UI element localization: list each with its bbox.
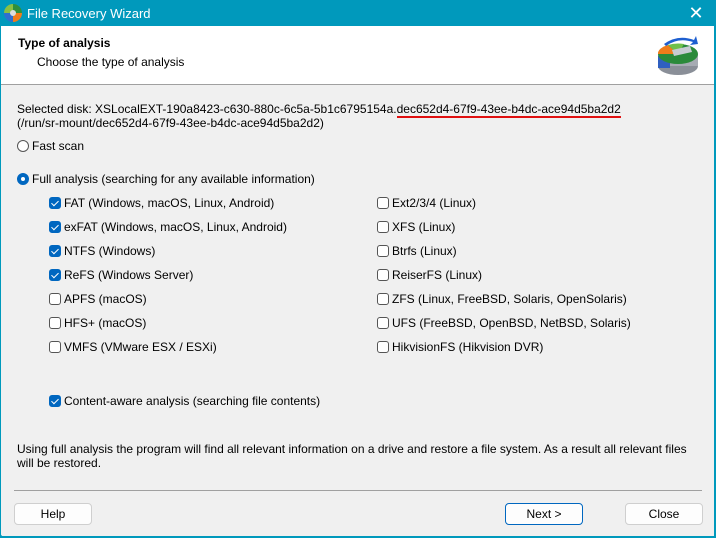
checkbox-reiserfs[interactable]: ReiserFS (Linux) — [377, 268, 482, 282]
selected-disk-label: Selected disk: XSLocalEXT-190a8423-c630-… — [17, 102, 397, 116]
help-button[interactable]: Help — [14, 503, 92, 525]
checkbox-refs[interactable]: ReFS (Windows Server) — [49, 268, 193, 282]
checkbox-unchecked[interactable] — [377, 197, 389, 209]
checkbox-label: Btrfs (Linux) — [392, 244, 457, 258]
checkbox-xfs[interactable]: XFS (Linux) — [377, 220, 455, 234]
checkbox-checked[interactable] — [49, 269, 61, 281]
radio-button-selected[interactable] — [17, 173, 29, 185]
checkbox-hfs-plus[interactable]: HFS+ (macOS) — [49, 316, 146, 330]
app-icon — [4, 4, 22, 22]
file-recovery-wizard-window: File Recovery Wizard ✕ Type of analysis … — [0, 0, 716, 538]
checkbox-label: VMFS (VMware ESX / ESXi) — [64, 340, 217, 354]
checkbox-label: HFS+ (macOS) — [64, 316, 147, 330]
checkbox-content-aware[interactable]: Content-aware analysis (searching file c… — [49, 394, 320, 408]
checkbox-label: HikvisionFS (Hikvision DVR) — [392, 340, 544, 354]
checkbox-checked[interactable] — [49, 245, 61, 257]
checkbox-ext[interactable]: Ext2/3/4 (Linux) — [377, 196, 476, 210]
window-title: File Recovery Wizard — [27, 6, 151, 21]
checkbox-apfs[interactable]: APFS (macOS) — [49, 292, 147, 306]
full-analysis-label: Full analysis (searching for any availab… — [32, 172, 315, 186]
checkbox-checked[interactable] — [49, 395, 61, 407]
checkbox-label: ZFS (Linux, FreeBSD, Solaris, OpenSolari… — [392, 292, 627, 306]
selected-disk-info: Selected disk: XSLocalEXT-190a8423-c630-… — [17, 102, 621, 130]
wizard-body: Type of analysis Choose the type of anal… — [1, 26, 714, 536]
checkbox-label: ReFS (Windows Server) — [64, 268, 194, 282]
checkbox-btrfs[interactable]: Btrfs (Linux) — [377, 244, 457, 258]
checkbox-label: XFS (Linux) — [392, 220, 456, 234]
checkbox-unchecked[interactable] — [377, 245, 389, 257]
checkbox-unchecked[interactable] — [49, 293, 61, 305]
disk-uuid: dec652d4-67f9-43ee-b4dc-ace94d5ba2d2 — [396, 102, 621, 118]
checkbox-zfs[interactable]: ZFS (Linux, FreeBSD, Solaris, OpenSolari… — [377, 292, 627, 306]
disk-recovery-icon — [657, 36, 698, 75]
full-analysis-radio[interactable]: Full analysis (searching for any availab… — [17, 172, 315, 186]
checkbox-exfat[interactable]: exFAT (Windows, macOS, Linux, Android) — [49, 220, 287, 234]
disk-mount-path: (/run/sr-mount/dec652d4-67f9-43ee-b4dc-a… — [17, 116, 324, 130]
page-subtitle: Choose the type of analysis — [37, 55, 185, 69]
checkbox-vmfs[interactable]: VMFS (VMware ESX / ESXi) — [49, 340, 217, 354]
title-bar[interactable]: File Recovery Wizard ✕ — [0, 0, 716, 26]
checkbox-unchecked[interactable] — [377, 341, 389, 353]
checkbox-unchecked[interactable] — [377, 269, 389, 281]
checkbox-checked[interactable] — [49, 221, 61, 233]
checkbox-hikvisionfs[interactable]: HikvisionFS (Hikvision DVR) — [377, 340, 543, 354]
checkbox-label: Content-aware analysis (searching file c… — [64, 394, 321, 408]
checkbox-label: FAT (Windows, macOS, Linux, Android) — [64, 196, 275, 210]
checkbox-unchecked[interactable] — [49, 341, 61, 353]
footer-divider — [14, 490, 702, 491]
checkbox-ufs[interactable]: UFS (FreeBSD, OpenBSD, NetBSD, Solaris) — [377, 316, 631, 330]
next-button[interactable]: Next > — [505, 503, 583, 525]
checkbox-ntfs[interactable]: NTFS (Windows) — [49, 244, 155, 258]
checkbox-label: NTFS (Windows) — [64, 244, 156, 258]
close-window-button[interactable]: ✕ — [682, 2, 710, 24]
fast-scan-radio[interactable]: Fast scan — [17, 139, 84, 153]
wizard-header: Type of analysis Choose the type of anal… — [1, 26, 714, 85]
close-button[interactable]: Close — [625, 503, 703, 525]
checkbox-checked[interactable] — [49, 197, 61, 209]
checkbox-unchecked[interactable] — [49, 317, 61, 329]
checkbox-label: ReiserFS (Linux) — [392, 268, 483, 282]
checkbox-label: Ext2/3/4 (Linux) — [392, 196, 477, 210]
checkbox-unchecked[interactable] — [377, 221, 389, 233]
analysis-description: Using full analysis the program will fin… — [17, 442, 687, 470]
checkbox-label: exFAT (Windows, macOS, Linux, Android) — [64, 220, 287, 234]
checkbox-unchecked[interactable] — [377, 317, 389, 329]
checkbox-fat[interactable]: FAT (Windows, macOS, Linux, Android) — [49, 196, 274, 210]
radio-button[interactable] — [17, 140, 29, 152]
checkbox-unchecked[interactable] — [377, 293, 389, 305]
checkbox-label: UFS (FreeBSD, OpenBSD, NetBSD, Solaris) — [392, 316, 631, 330]
fast-scan-label: Fast scan — [32, 139, 85, 153]
page-title: Type of analysis — [18, 36, 111, 50]
checkbox-label: APFS (macOS) — [64, 292, 147, 306]
